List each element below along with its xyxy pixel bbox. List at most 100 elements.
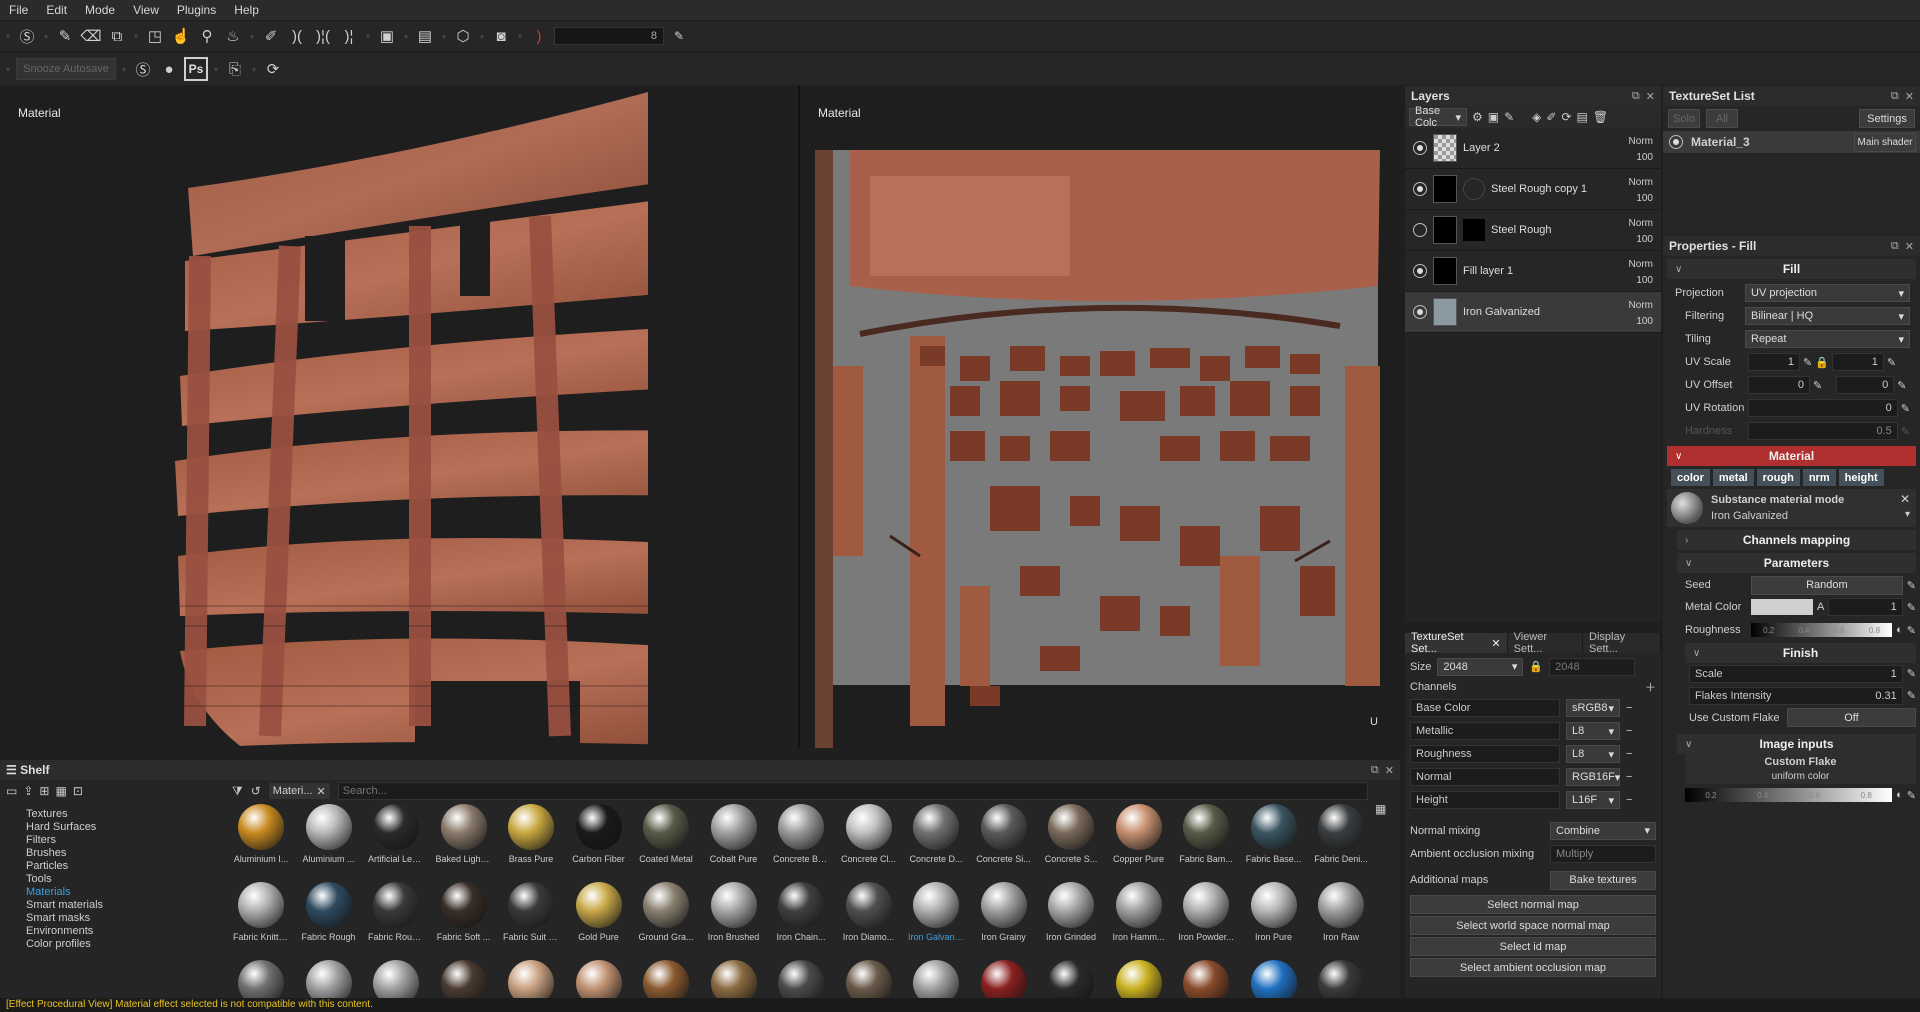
scale-slider[interactable]: Scale 1	[1689, 664, 1903, 683]
material-tile[interactable]	[301, 960, 357, 998]
material-tile[interactable]: Fabric Deni...	[1313, 804, 1369, 864]
uv-offset-field-b[interactable]: 0	[1836, 376, 1895, 394]
tool-option-icon[interactable]: ▫	[364, 25, 372, 47]
visibility-eye-off-icon[interactable]	[1413, 223, 1427, 237]
edit-pencil-icon[interactable]: ✎	[1907, 601, 1916, 614]
instance-layer-icon[interactable]: ⟳	[1561, 110, 1571, 124]
material-tile[interactable]: Fabric Rough	[301, 882, 357, 942]
shelf-category-item[interactable]: Tools	[0, 873, 225, 886]
shelf-category-item[interactable]: Filters	[0, 834, 225, 847]
material-tile[interactable]: Iron Powder...	[1178, 882, 1234, 942]
tool-option-icon[interactable]: ▫	[42, 25, 50, 47]
tiling-dropdown[interactable]: Repeat ▾	[1745, 330, 1910, 348]
layer-blend[interactable]: Norm 100	[1629, 134, 1653, 166]
edit-pencil-icon[interactable]: ✎	[1813, 379, 1822, 392]
all-button[interactable]: All	[1706, 109, 1738, 128]
shelf-category-item[interactable]: Materials	[0, 886, 225, 899]
layer-blend[interactable]: Norm 100	[1629, 175, 1653, 207]
filter-tag[interactable]: Materi... ✕	[268, 783, 330, 799]
material-tile[interactable]	[1111, 960, 1167, 998]
menu-plugins[interactable]: Plugins	[168, 0, 225, 20]
edit-pencil-icon[interactable]: ✎	[668, 25, 690, 47]
undock-icon[interactable]: ⧉	[1891, 90, 1899, 103]
tab-display-settings[interactable]: Display Sett...	[1583, 631, 1661, 655]
link-lock-icon[interactable]: 🔒	[1815, 356, 1829, 369]
edit-pencil-icon[interactable]: ✎	[1803, 356, 1812, 369]
shader-button[interactable]: Main shader	[1854, 132, 1916, 152]
layer-row[interactable]: Steel Rough copy 1 Norm 100	[1405, 169, 1661, 210]
material-tile[interactable]: Iron Pure	[1246, 882, 1302, 942]
shelf-category-item[interactable]: Color profiles	[0, 938, 225, 951]
normal-mixing-dropdown[interactable]: Combine ▾	[1550, 821, 1656, 840]
material-tile[interactable]: Fabric Bam...	[1178, 804, 1234, 864]
menu-mode[interactable]: Mode	[76, 0, 124, 20]
tool-option-icon[interactable]: ▫	[440, 25, 448, 47]
tool-option-icon[interactable]: ▫	[250, 58, 258, 80]
layer-blend[interactable]: Norm 100	[1629, 298, 1653, 330]
chip-color[interactable]: color	[1671, 469, 1710, 486]
material-tile[interactable]: Fabric Suit V...	[503, 882, 559, 942]
chip-metal[interactable]: metal	[1712, 469, 1754, 486]
menu-help[interactable]: Help	[225, 0, 268, 20]
uv-scale-field-b[interactable]: 1	[1831, 353, 1884, 371]
material-tile[interactable]: Concrete Bare	[773, 804, 829, 864]
material-tile[interactable]: Concrete Si...	[976, 804, 1032, 864]
material-tile[interactable]: Aluminium I...	[233, 804, 289, 864]
edit-pencil-icon[interactable]: ✎	[1907, 624, 1916, 637]
metal-color-swatch[interactable]	[1751, 599, 1813, 615]
visibility-eye-icon[interactable]	[1413, 182, 1427, 196]
menu-view[interactable]: View	[124, 0, 168, 20]
add-channel-icon[interactable]: ＋	[1645, 679, 1656, 695]
custom-flake-toggle[interactable]: Off	[1787, 708, 1916, 727]
cube-view-icon[interactable]: ⬡	[452, 25, 474, 47]
material-tile[interactable]: Fabric Roug...	[368, 882, 424, 942]
shelf-category-item[interactable]: Smart masks	[0, 912, 225, 925]
substance-share-icon[interactable]: Ⓢ	[132, 58, 154, 80]
import-icon[interactable]: ⇪	[23, 784, 33, 798]
uv-scale-field-a[interactable]: 1	[1748, 353, 1800, 371]
menu-file[interactable]: File	[0, 0, 37, 20]
record-icon[interactable]: ●	[158, 58, 180, 80]
edit-pencil-icon[interactable]: ✎	[1901, 402, 1910, 415]
flakes-intensity-slider[interactable]: Flakes Intensity 0.31	[1689, 686, 1903, 705]
material-tile[interactable]	[908, 960, 964, 998]
visibility-eye-icon[interactable]	[1413, 264, 1427, 278]
reset-filter-icon[interactable]: ↺	[251, 784, 261, 798]
layer-row[interactable]: Fill layer 1 Norm 100	[1405, 251, 1661, 292]
uv-rotation-slider[interactable]: 0	[1748, 399, 1898, 417]
material-tile[interactable]: Copper Pure	[1111, 804, 1167, 864]
material-tile[interactable]: Iron Chain...	[773, 882, 829, 942]
material-tile[interactable]	[436, 960, 492, 998]
visibility-eye-icon[interactable]	[1413, 141, 1427, 155]
tool-option-icon[interactable]: ▫	[132, 25, 140, 47]
roughness-gradient[interactable]: 0.2 0.4 0.6 0.8	[1751, 623, 1893, 637]
material-tile[interactable]: Iron Diamo...	[841, 882, 897, 942]
material-tile[interactable]: Fabric Knitte...	[233, 882, 289, 942]
alpha-field[interactable]: 1	[1828, 598, 1903, 616]
substance-material-slot[interactable]: Substance material mode Iron Galvanized …	[1667, 489, 1916, 527]
add-mask-icon[interactable]: ▣	[1488, 110, 1499, 124]
material-tile[interactable]: Cobalt Pure	[706, 804, 762, 864]
material-tile[interactable]: Fabric Base...	[1246, 804, 1302, 864]
select-world-normal-map-button[interactable]: Select world space normal map	[1410, 916, 1656, 935]
add-effect-icon[interactable]: ⚙	[1472, 110, 1483, 124]
custom-flake-slot[interactable]: Custom Flake uniform color	[1685, 754, 1916, 784]
remove-channel-icon[interactable]: −	[1626, 702, 1632, 714]
material-tile[interactable]: Aluminium ...	[301, 804, 357, 864]
sync-icon[interactable]: ⟳	[262, 58, 284, 80]
tool-option-icon[interactable]: ▫	[120, 58, 128, 80]
tab-viewer-settings[interactable]: Viewer Sett...	[1507, 631, 1584, 655]
material-tile[interactable]	[233, 960, 289, 998]
material-tile[interactable]: Brass Pure	[503, 804, 559, 864]
channel-format-dropdown[interactable]: L8 ▾	[1566, 745, 1620, 763]
channels-mapping-header[interactable]: › Channels mapping	[1677, 530, 1916, 550]
add-shelf-icon[interactable]: ⊡	[73, 784, 83, 798]
material-tile[interactable]: Gold Pure	[571, 882, 627, 942]
remove-channel-icon[interactable]: −	[1626, 748, 1632, 760]
chip-nrm[interactable]: nrm	[1802, 469, 1836, 486]
material-tile[interactable]: Fabric Soft ...	[436, 882, 492, 942]
channel-format-dropdown[interactable]: RGB16F ▾	[1566, 768, 1620, 786]
tool-option-icon[interactable]: ▫	[402, 25, 410, 47]
material-tile[interactable]	[1246, 960, 1302, 998]
color-picker-icon[interactable]: ✐	[260, 25, 282, 47]
